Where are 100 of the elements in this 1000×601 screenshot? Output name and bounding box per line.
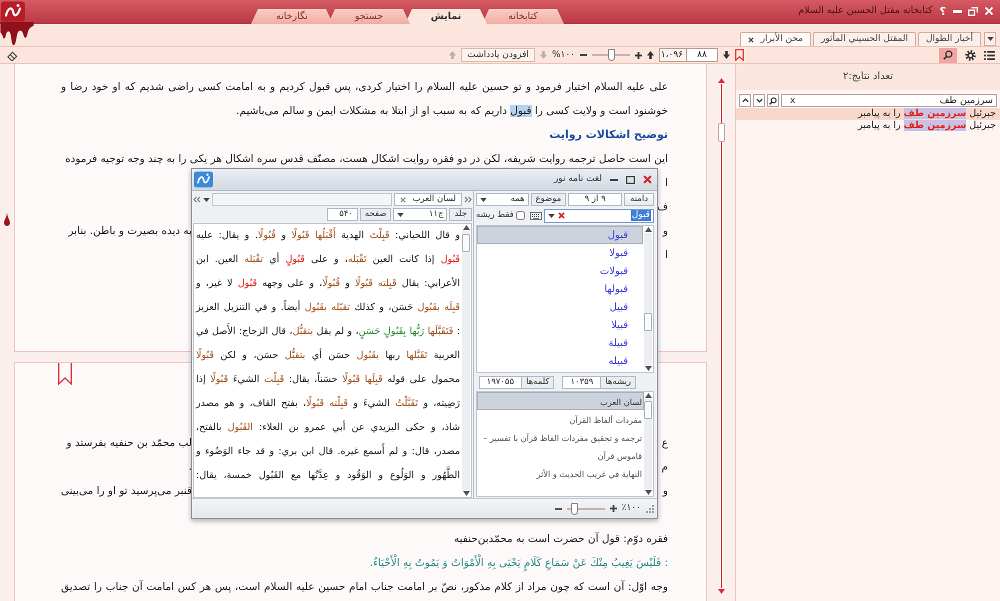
document-tab[interactable]: محن الأبرار bbox=[740, 32, 811, 46]
slider-thumb[interactable] bbox=[608, 49, 615, 61]
logo-icon bbox=[1, 1, 25, 22]
previous-page-arrow[interactable] bbox=[647, 51, 654, 59]
scrollbar[interactable] bbox=[718, 84, 724, 588]
text-fragment: به دیده بصیرت و باطن. بنابر bbox=[68, 225, 192, 237]
restore-icon[interactable] bbox=[968, 6, 978, 16]
add-note-button[interactable]: افزودن یادداشت bbox=[461, 48, 535, 62]
text-fragment: . bbox=[188, 461, 192, 473]
word-item[interactable]: قبیلة bbox=[477, 334, 643, 352]
maximize-button[interactable] bbox=[625, 174, 636, 185]
word-item[interactable]: قبول bbox=[477, 226, 643, 244]
page-field[interactable]: ۸۸ bbox=[686, 48, 718, 62]
zoom-percent: ٪۱۰۰ bbox=[622, 503, 641, 514]
main-tab[interactable]: جستجو bbox=[328, 9, 410, 24]
word-item[interactable]: قبیله bbox=[477, 352, 643, 370]
scrollbar[interactable] bbox=[644, 233, 652, 365]
next-page-arrow[interactable] bbox=[723, 51, 730, 59]
result-item[interactable]: جبرئیل سرزمین طف را به پیامبر bbox=[736, 108, 1000, 120]
dictionary-item[interactable]: مفردات ألفاظ القرآن bbox=[477, 410, 644, 428]
word-item[interactable]: قبولا bbox=[477, 244, 643, 262]
caret-icon bbox=[986, 37, 994, 41]
slider-thumb[interactable] bbox=[571, 502, 578, 514]
caret-icon[interactable] bbox=[203, 198, 210, 202]
paragraph: این است حاصل ترجمه روایت شریفه، لکن در دو فقره روایت اشکال هست، مصنّف قدس سره اشکال هر یکی را به چند وجه توجیه فرموده bbox=[64, 152, 668, 167]
topic-label: موضوع bbox=[530, 193, 566, 206]
dictionary-item[interactable]: ترجمه و تحقیق مفردات الفاظ قرآن با تفسیر – bbox=[477, 428, 644, 446]
minimize-icon[interactable] bbox=[953, 10, 962, 12]
close-button[interactable] bbox=[642, 174, 653, 185]
paragraph: وجه اوّل: آن است که چون مراد از کلام مذکور، نصّ بر امامت جناب امام حسین علیه السلام است، پس هر کس امامت آن جناب را تصدیق bbox=[61, 579, 668, 595]
scrollbar-thumb[interactable] bbox=[644, 401, 652, 419]
text-fragment: ا bbox=[665, 176, 668, 191]
scope-button[interactable]: دامنه bbox=[624, 193, 654, 206]
main-tab[interactable]: نمایش bbox=[405, 9, 487, 24]
word-item[interactable]: قبولها bbox=[477, 280, 643, 298]
section-heading: توضیح اشکالات روایت bbox=[548, 127, 668, 143]
list-icon[interactable] bbox=[984, 50, 995, 60]
roots-count: ۱۰۳۵۹ bbox=[569, 376, 594, 388]
document-tab[interactable]: المقتل الحسيني المأثور bbox=[812, 32, 916, 46]
caret-icon[interactable] bbox=[548, 214, 555, 218]
zoom-in-icon[interactable] bbox=[635, 52, 642, 58]
dictionary-item[interactable]: لسان العرب bbox=[477, 392, 644, 410]
root-only-checkbox[interactable] bbox=[516, 211, 525, 220]
dictionary-item[interactable]: النهایة في غریب الحدیث و الأثر bbox=[477, 464, 644, 482]
zoom-percent: %۱۰۰ bbox=[552, 50, 575, 60]
next-tab-icon[interactable] bbox=[464, 196, 472, 203]
bookmark-icon[interactable] bbox=[735, 49, 744, 61]
text-fragment: ا bbox=[665, 248, 668, 263]
previous-result-button[interactable] bbox=[739, 94, 751, 107]
bookmark-icon[interactable] bbox=[58, 363, 72, 385]
volume-dropdown[interactable]: ج۱۱ bbox=[393, 208, 448, 221]
scrollbar[interactable] bbox=[462, 231, 470, 490]
main-tab[interactable]: نگارخانه bbox=[251, 9, 333, 24]
chevron-down-icon bbox=[756, 98, 762, 103]
main-tab[interactable]: کتابخانه bbox=[482, 9, 564, 24]
chevron-up-icon bbox=[742, 98, 748, 103]
text-fragment: ف bbox=[657, 200, 668, 215]
page-label: صفحه bbox=[360, 208, 392, 221]
search-button[interactable] bbox=[939, 48, 957, 62]
caret-icon bbox=[480, 198, 487, 202]
scrollbar-thumb[interactable] bbox=[718, 123, 724, 142]
page-field[interactable]: ۵۴۰ bbox=[326, 208, 358, 221]
tab-list-button[interactable] bbox=[984, 32, 996, 46]
scrollbar[interactable] bbox=[644, 399, 652, 489]
paragraph: علی علیه السلام اختیار فرمود و تو حسین علیه السلام را اختیار کردی، پس قبول کردیم و به امامت کسی راضی شدیم که او خود رضا و خوشنود است و ولایت کسی را قبول داریم که به سبب او از ابتلا به مشکلات ایمن و سالم می‌باشیم. bbox=[61, 80, 668, 119]
book-tab[interactable]: لسان العرب bbox=[394, 193, 462, 206]
close-icon[interactable] bbox=[748, 36, 754, 42]
text-fragment: لب محمّد بن حنفیه بفرستد و bbox=[66, 437, 192, 449]
close-icon bbox=[643, 175, 652, 184]
text-fragment: و bbox=[662, 484, 668, 499]
drop-icon bbox=[4, 212, 10, 226]
word-item[interactable]: قبولات bbox=[477, 262, 643, 280]
logo-icon bbox=[194, 171, 213, 188]
volume-label: جلد bbox=[449, 208, 472, 221]
zoom-in-icon[interactable] bbox=[610, 505, 617, 512]
settings-icon[interactable] bbox=[965, 50, 976, 60]
word-item[interactable]: قبیل bbox=[477, 298, 643, 316]
paragraph: فقره دوّم: قول آن حضرت است به محمّدبن‌حنفیه bbox=[453, 531, 668, 547]
resize-grip-icon bbox=[646, 504, 654, 512]
help-button[interactable]: ؟ bbox=[938, 6, 947, 16]
words-count: ۱۹۷۰۵۵ bbox=[486, 376, 516, 388]
search-button[interactable] bbox=[767, 94, 779, 107]
result-item[interactable]: جبرئیل سرزمین طف را به پیامبر bbox=[736, 120, 1000, 132]
next-result-button[interactable] bbox=[753, 94, 765, 107]
text-fragment: ع bbox=[662, 436, 668, 451]
eraser-icon[interactable] bbox=[7, 50, 18, 60]
word-item[interactable]: قبیلا bbox=[477, 316, 643, 334]
scrollbar-thumb[interactable] bbox=[644, 313, 652, 331]
word-search-field[interactable]: قبول bbox=[544, 208, 654, 222]
text-fragment: و bbox=[662, 224, 668, 239]
keyboard-icon[interactable] bbox=[530, 212, 542, 220]
previous-tab-icon[interactable] bbox=[193, 196, 201, 203]
total-pages-field: ۱،۰۹۶ bbox=[659, 48, 686, 62]
dictionary-item[interactable]: قاموس قرآن bbox=[477, 446, 644, 464]
clear-icon[interactable] bbox=[558, 212, 565, 219]
scrollbar-thumb[interactable] bbox=[462, 234, 470, 252]
topic-dropdown[interactable]: همه bbox=[476, 193, 529, 206]
words-label: کلمه‌ها bbox=[521, 376, 554, 388]
dictionary-text: و قال اللحياني: قَبِلْتَ الهدية أَقْبَلُها قَبُولًا و قُبُولًا. و يقال: عليه قَبُول إذا كانت العين تَقْبَله، و على قَبُولٍ أي تقْبَله العين. ابن الأعرابي: يقال قَبِلته قَبُولًا و قُبُولًا، و على وجهه قَبُول لا غير، و قَبِلَه بقَبُول حَسَن، و كذلك تقبّله بقَبُول أيضاً. و في التنزيل العزيز : فَتَقَبَّلَها رَبُّها بِقَبُولٍ حَسَنٍ، و لم يقل بتقبُّل، قال الزجاج: الأَصل في العربية تَقَبَّلها ربها بقَبُول حسَن أي بتقبُّل حسَن، و لكن قَبُولًا محمول على قوله قَبِلَها قَبُولًا حسَناً، يقال: قَبِلْت الشيءَ قَبُولًا إذا رَضِيته، و تَقَبَّلْتُ الشيءَ و قَبِلْته قَبُولًا، بفتح القاف، و هو مصدر شاذ، و حكى اليزيدي عن أبي عمرو بن العلاء: القَبُول بالفتح، مصدر، قال: و لم أَسمع غيره. قال ابن بري: و قد جاء الوَضُوء و الطَّهُور و الوَلُوع و الوَقُود و عِدَّتُها مع القَبُول خمسة، يقال: bbox=[196, 224, 460, 488]
document-tab[interactable]: أخبار الطوال bbox=[918, 32, 981, 46]
